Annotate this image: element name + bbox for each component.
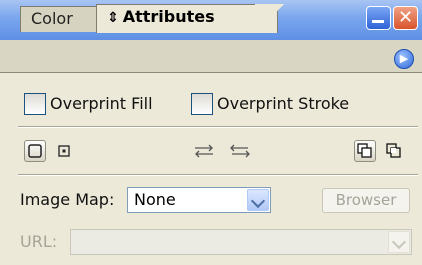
center-point-off-icon bbox=[25, 141, 45, 161]
url-label: URL: bbox=[20, 232, 58, 251]
overprint-fill-checkbox[interactable] bbox=[24, 93, 46, 115]
url-dropdown-button[interactable] bbox=[388, 231, 410, 253]
tab-attributes-label: Attributes bbox=[122, 7, 215, 26]
overprint-fill-label: Overprint Fill bbox=[50, 94, 153, 113]
url-field[interactable] bbox=[70, 229, 412, 255]
reverse-path-direction-button[interactable] bbox=[192, 141, 216, 161]
divider bbox=[18, 174, 418, 176]
panel-menu-arrow-icon: ▶ bbox=[399, 52, 409, 65]
swap-direction-button[interactable] bbox=[228, 141, 252, 161]
chevron-down-icon bbox=[250, 193, 266, 209]
image-map-value: None bbox=[134, 190, 176, 209]
even-odd-button[interactable] bbox=[384, 141, 404, 161]
center-point-off-button[interactable] bbox=[24, 140, 46, 162]
panel-tab-row bbox=[0, 40, 422, 73]
minimize-icon bbox=[372, 20, 384, 23]
tab-color-label: Color bbox=[31, 9, 73, 28]
close-button[interactable]: ✕ bbox=[393, 6, 418, 30]
minimize-button[interactable] bbox=[366, 6, 391, 30]
nonzero-winding-button[interactable] bbox=[354, 140, 376, 162]
image-map-label: Image Map: bbox=[20, 190, 115, 209]
panel-menu-button[interactable]: ▶ bbox=[394, 49, 414, 69]
overprint-stroke-label: Overprint Stroke bbox=[217, 94, 350, 113]
chevron-down-icon bbox=[391, 234, 407, 250]
center-point-on-icon bbox=[54, 141, 74, 161]
even-odd-icon bbox=[384, 141, 404, 161]
center-point-on-button[interactable] bbox=[54, 141, 74, 161]
reverse-path-direction-icon bbox=[192, 141, 216, 161]
swap-direction-icon bbox=[228, 141, 252, 161]
overprint-row: Overprint Fill Overprint Stroke bbox=[20, 90, 420, 120]
image-map-dropdown-button[interactable] bbox=[247, 189, 269, 211]
tab-attributes[interactable]: ⇕ Attributes bbox=[96, 4, 278, 33]
tab-notch bbox=[255, 4, 285, 33]
image-map-select[interactable]: None bbox=[127, 187, 271, 213]
browser-button[interactable]: Browser bbox=[322, 188, 410, 213]
close-icon: ✕ bbox=[397, 7, 414, 28]
overprint-stroke-checkbox[interactable] bbox=[191, 93, 213, 115]
divider bbox=[18, 126, 418, 128]
nonzero-winding-icon bbox=[355, 141, 375, 161]
stepper-arrows-icon: ⇕ bbox=[107, 10, 119, 26]
